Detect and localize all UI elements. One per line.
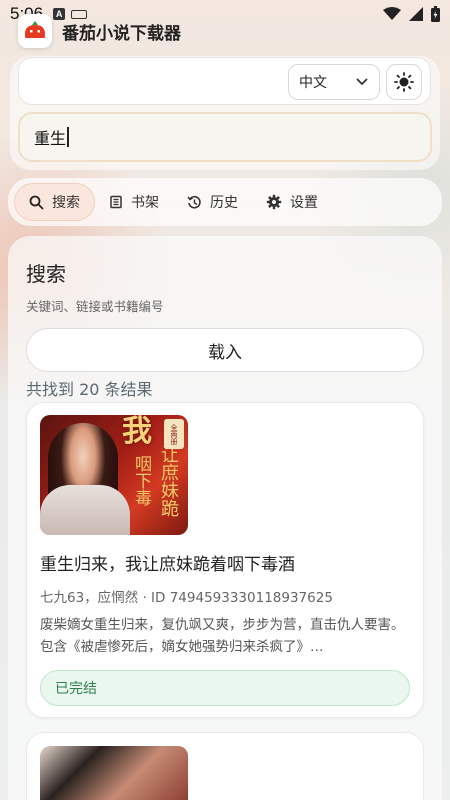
book-description: 废柴嫡女重生归来，复仇飒又爽，步步为营，直击仇人要害。包含《被虐惨死后，嫡女她强… bbox=[40, 617, 405, 655]
language-select-value: 中文 bbox=[299, 75, 327, 91]
app-logo bbox=[18, 14, 52, 48]
load-button[interactable]: 载入 bbox=[26, 328, 424, 372]
battery-icon bbox=[431, 6, 440, 22]
search-input[interactable]: 重生 bbox=[18, 112, 432, 162]
bookshelf-icon bbox=[110, 195, 122, 209]
theme-toggle-button[interactable] bbox=[386, 64, 422, 100]
tab-history-label: 历史 bbox=[210, 195, 238, 211]
book-title[interactable]: 重生归来，我让庶妹跪着咽下毒酒 bbox=[40, 550, 295, 575]
book-meta: 七九63，应惘然 · ID 7494593330118937625 bbox=[40, 590, 333, 606]
tab-bookshelf[interactable]: 书架 bbox=[95, 183, 173, 221]
wifi-icon bbox=[383, 7, 401, 20]
search-icon bbox=[29, 195, 44, 209]
status-badge-label: 已完结 bbox=[55, 681, 97, 697]
book-cover[interactable] bbox=[40, 746, 188, 800]
result-count: 共找到 20 条结果 bbox=[26, 380, 153, 399]
sun-icon bbox=[394, 72, 414, 92]
tab-search[interactable]: 搜索 bbox=[14, 183, 95, 221]
cover-badge: 全两册 bbox=[164, 419, 184, 449]
app-header: 番茄小说下载器 bbox=[18, 14, 181, 48]
cover-dress bbox=[40, 485, 130, 535]
status-badge: 已完结 bbox=[40, 670, 410, 706]
tab-settings-label: 设置 bbox=[290, 195, 318, 211]
section-title: 搜索 bbox=[26, 262, 66, 286]
chevron-down-icon bbox=[356, 78, 368, 86]
tomato-icon bbox=[25, 21, 45, 38]
text-caret bbox=[67, 127, 69, 147]
language-select[interactable]: 中文 bbox=[288, 64, 380, 100]
book-cover[interactable]: 我 让庶妹跪 咽下毒 全两册 bbox=[40, 415, 188, 535]
signal-icon bbox=[409, 7, 423, 21]
tab-bar: 搜索 书架 历史 设置 bbox=[8, 178, 442, 226]
cover-text-col: 让庶妹跪 bbox=[158, 445, 179, 517]
history-icon bbox=[187, 195, 201, 209]
gear-icon bbox=[266, 194, 282, 210]
tab-search-label: 搜索 bbox=[52, 195, 80, 211]
search-input-value: 重生 bbox=[34, 129, 67, 148]
tab-settings[interactable]: 设置 bbox=[252, 183, 332, 221]
tab-history[interactable]: 历史 bbox=[173, 183, 252, 221]
tab-bookshelf-label: 书架 bbox=[131, 195, 159, 211]
cover-text-col2: 咽下毒 bbox=[131, 455, 151, 506]
cover-text-big: 我 bbox=[122, 415, 152, 449]
section-subtitle: 关键词、链接或书籍编号 bbox=[26, 299, 164, 314]
app-title: 番茄小说下载器 bbox=[62, 23, 181, 44]
